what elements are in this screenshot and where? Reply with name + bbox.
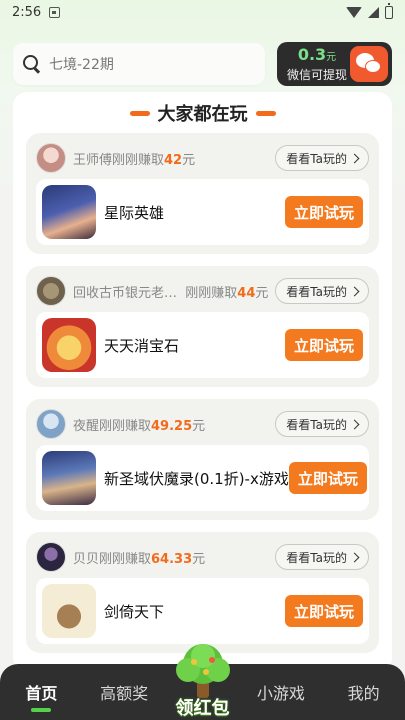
- wechat-button[interactable]: [350, 46, 388, 82]
- nav-home[interactable]: 首页: [0, 664, 83, 720]
- notification-icon: [49, 6, 61, 18]
- avatar: [36, 143, 66, 173]
- player-earn-text: 回收古币银元老… 刚刚赚取44元: [73, 285, 269, 301]
- avatar: [36, 409, 66, 439]
- game-icon: [42, 584, 96, 638]
- game-icon: [42, 185, 96, 239]
- status-time: 2:56: [12, 4, 42, 20]
- chevron-right-icon: [349, 419, 360, 429]
- avatar: [36, 276, 66, 306]
- battery-icon: [385, 2, 393, 19]
- game-name: 新圣域伏魔录(0.1折)-x游戏: [104, 469, 289, 488]
- search-placeholder: 七境-22期: [49, 57, 114, 73]
- nav-high-reward[interactable]: 高额奖: [83, 664, 166, 720]
- nav-home-label: 首页: [25, 684, 58, 703]
- try-now-button[interactable]: 立即试玩: [285, 595, 363, 627]
- game-icon: [42, 451, 96, 505]
- status-bar: 2:56: [0, 0, 405, 24]
- title-dash-left: [129, 110, 150, 116]
- nav-active-indicator: [31, 708, 52, 712]
- search-input[interactable]: 七境-22期: [13, 43, 265, 85]
- try-now-button[interactable]: 立即试玩: [285, 329, 363, 361]
- see-what-they-play-button[interactable]: 看看Ta玩的: [275, 544, 369, 570]
- chevron-right-icon: [349, 552, 360, 562]
- section-header: 大家都在玩: [13, 93, 392, 133]
- title-dash-right: [255, 110, 276, 116]
- nav-red-packet-label: 领红包: [175, 698, 230, 719]
- nav-red-packet[interactable]: 领红包: [166, 644, 240, 720]
- nav-mine[interactable]: 我的: [322, 664, 405, 720]
- main-panel: 大家都在玩 王师傅刚刚赚取42元 看看Ta玩的 星际英雄 立即试玩 回收古币银元…: [13, 92, 392, 672]
- player-earn-text: 贝贝刚刚赚取64.33元: [73, 551, 206, 567]
- bottom-nav: 首页 高额奖 领红包 小游戏 我的: [0, 644, 405, 720]
- see-what-they-play-button[interactable]: 看看Ta玩的: [275, 411, 369, 437]
- player-card: 回收古币银元老… 刚刚赚取44元 看看Ta玩的 天天消宝石 立即试玩: [26, 266, 379, 387]
- wallet-withdraw-button[interactable]: 0.3元 微信可提现: [277, 42, 392, 86]
- game-icon: [42, 318, 96, 372]
- avatar: [36, 542, 66, 572]
- see-what-they-play-button[interactable]: 看看Ta玩的: [275, 278, 369, 304]
- game-row[interactable]: 星际英雄 立即试玩: [36, 179, 369, 245]
- nav-high-reward-label: 高额奖: [100, 684, 149, 703]
- game-row[interactable]: 剑倚天下 立即试玩: [36, 578, 369, 644]
- see-what-they-play-button[interactable]: 看看Ta玩的: [275, 145, 369, 171]
- nav-mine-label: 我的: [347, 684, 380, 703]
- wallet-label: 微信可提现: [286, 67, 347, 82]
- game-name: 星际英雄: [104, 203, 165, 222]
- player-card: 王师傅刚刚赚取42元 看看Ta玩的 星际英雄 立即试玩: [26, 133, 379, 254]
- wifi-icon: [346, 6, 362, 18]
- player-card: 夜醒刚刚赚取49.25元 看看Ta玩的 新圣域伏魔录(0.1折)-x游戏 立即试…: [26, 399, 379, 520]
- player-earn-text: 王师傅刚刚赚取42元: [73, 152, 196, 168]
- wechat-icon: [356, 53, 382, 75]
- nav-mini-games-label: 小游戏: [256, 684, 305, 703]
- wallet-amount: 0.3元: [297, 44, 337, 64]
- search-icon: [23, 55, 41, 73]
- player-card: 贝贝刚刚赚取64.33元 看看Ta玩的 剑倚天下 立即试玩: [26, 532, 379, 653]
- signal-icon: [368, 6, 379, 18]
- nav-mini-games[interactable]: 小游戏: [240, 664, 323, 720]
- chevron-right-icon: [349, 153, 360, 163]
- chevron-right-icon: [349, 286, 360, 296]
- game-row[interactable]: 天天消宝石 立即试玩: [36, 312, 369, 378]
- game-name: 剑倚天下: [104, 602, 165, 621]
- game-row[interactable]: 新圣域伏魔录(0.1折)-x游戏 立即试玩: [36, 445, 369, 511]
- try-now-button[interactable]: 立即试玩: [285, 196, 363, 228]
- game-name: 天天消宝石: [104, 336, 180, 355]
- top-bar: 七境-22期 0.3元 微信可提现: [13, 42, 392, 86]
- try-now-button[interactable]: 立即试玩: [288, 462, 367, 494]
- section-title: 大家都在玩: [157, 104, 248, 125]
- player-earn-text: 夜醒刚刚赚取49.25元: [73, 418, 206, 434]
